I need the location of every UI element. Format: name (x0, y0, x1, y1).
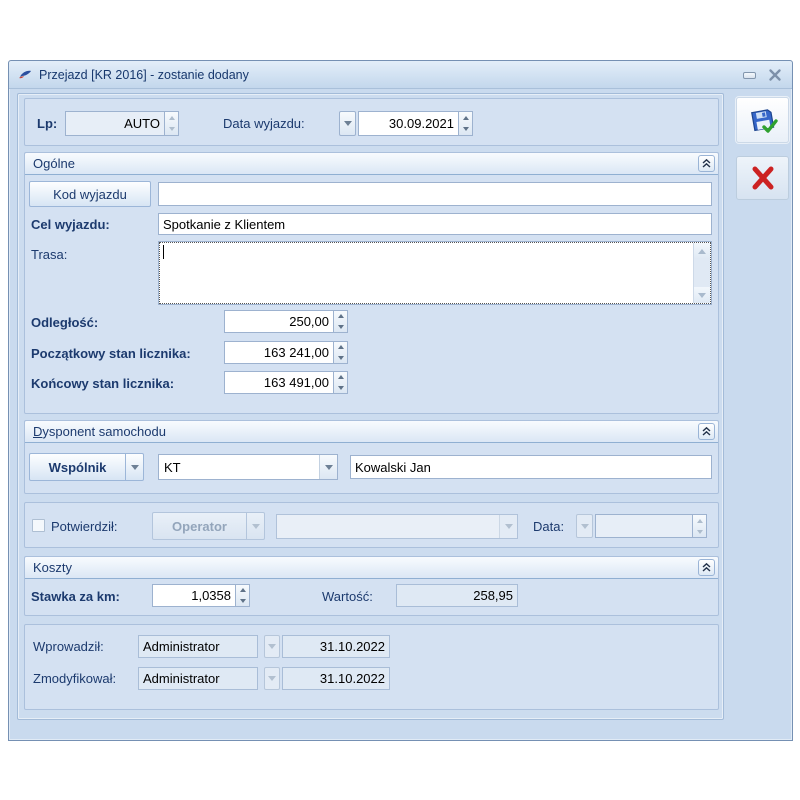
section-audit: Wprowadził: Administrator 31.10.2022 Zmo… (24, 624, 719, 710)
section-ogolne-title: Ogólne (33, 156, 75, 171)
double-chevron-up-icon (701, 158, 712, 169)
minimize-icon[interactable] (743, 72, 756, 79)
collapse-ogolne-button[interactable] (698, 155, 715, 172)
zmodyfikowal-date-field: 31.10.2022 (282, 667, 390, 690)
potwierdzil-checkbox[interactable] (32, 519, 45, 532)
potwierdzil-date-dropdown-button (576, 514, 593, 538)
section-dysponent: Dysponent samochodu Wspólnik KT Kowalski… (24, 420, 719, 494)
trasa-label: Trasa: (31, 243, 67, 265)
trasa-scrollbar[interactable] (693, 243, 710, 303)
cel-wyjazdu-field[interactable]: Spotkanie z Klientem (158, 213, 712, 235)
stawka-field[interactable]: 1,0358 (152, 584, 236, 607)
section-potwierdzil: Potwierdził: Operator Data: (24, 502, 719, 548)
trasa-textarea[interactable] (158, 241, 712, 305)
lp-spinner (165, 111, 179, 136)
wprowadzil-label: Wprowadził: (33, 635, 104, 658)
double-chevron-up-icon (701, 426, 712, 437)
window-title: Przejazd [KR 2016] - zostanie dodany (39, 68, 249, 82)
date-spinner[interactable] (459, 111, 473, 136)
desktop: Przejazd [KR 2016] - zostanie dodany Lp:… (0, 0, 800, 800)
potwierdzil-date-field (595, 514, 693, 538)
dialog-window: Przejazd [KR 2016] - zostanie dodany Lp:… (8, 60, 793, 741)
section-ogolne: Ogólne Kod wyjazdu Cel wyjazdu: Spotkani… (24, 152, 719, 414)
section-koszty-header: Koszty (25, 557, 718, 579)
koncowy-field[interactable]: 163 491,00 (224, 371, 334, 394)
text-caret (163, 245, 164, 259)
zmodyfikowal-dropdown-button (264, 667, 280, 690)
operator-dropdown-button (247, 512, 265, 540)
dysponent-code-combo[interactable]: KT (158, 454, 338, 480)
odleglosc-field[interactable]: 250,00 (224, 310, 334, 333)
wartosc-label: Wartość: (322, 585, 373, 608)
combo-arrow-icon (499, 515, 517, 538)
app-logo-icon (17, 67, 33, 83)
combo-arrow-icon[interactable] (319, 455, 337, 479)
section-koszty: Koszty Stawka za km: 1,0358 Wartość: 258… (24, 556, 719, 616)
section-dysponent-title: Dysponent samochodu (33, 424, 166, 439)
date-dropdown-button[interactable] (339, 111, 356, 136)
zmodyfikowal-label: Zmodyfikował: (33, 667, 116, 690)
section-ogolne-header: Ogólne (25, 153, 718, 175)
poczatkowy-field[interactable]: 163 241,00 (224, 341, 334, 364)
cel-wyjazdu-label: Cel wyjazdu: (31, 213, 110, 235)
operator-combo (276, 514, 518, 539)
save-button[interactable] (736, 97, 789, 143)
date-field[interactable]: 30.09.2021 (358, 111, 459, 136)
lp-label: Lp: (37, 99, 57, 147)
stawka-spinner[interactable] (236, 584, 250, 607)
header-row-group: Lp: AUTO Data wyjazdu: 30.09.2021 (24, 98, 719, 146)
collapse-dysponent-button[interactable] (698, 423, 715, 440)
wspolnik-button[interactable]: Wspólnik (29, 453, 126, 481)
form-panel: Lp: AUTO Data wyjazdu: 30.09.2021 Ogólne (17, 93, 724, 720)
zmodyfikowal-user-field: Administrator (138, 667, 258, 690)
section-dysponent-header: Dysponent samochodu (25, 421, 718, 443)
operator-combo-value (277, 515, 499, 538)
wprowadzil-dropdown-button (264, 635, 280, 658)
double-chevron-up-icon (701, 562, 712, 573)
dysponent-name-field[interactable]: Kowalski Jan (350, 455, 712, 479)
dysponent-code-value: KT (159, 455, 319, 479)
poczatkowy-spinner[interactable] (334, 341, 348, 364)
wartosc-field: 258,95 (396, 584, 518, 607)
wprowadzil-user-field: Administrator (138, 635, 258, 658)
collapse-koszty-button[interactable] (698, 559, 715, 576)
section-koszty-title: Koszty (33, 560, 72, 575)
koncowy-spinner[interactable] (334, 371, 348, 394)
cancel-button[interactable] (736, 156, 789, 200)
poczatkowy-label: Początkowy stan licznika: (31, 342, 191, 365)
save-floppy-check-icon (747, 104, 779, 136)
potwierdzil-data-label: Data: (533, 503, 564, 549)
scroll-up-icon[interactable] (694, 243, 710, 259)
potwierdzil-date-spinner (693, 514, 707, 538)
odleglosc-spinner[interactable] (334, 310, 348, 333)
close-icon[interactable] (768, 68, 782, 82)
title-bar[interactable]: Przejazd [KR 2016] - zostanie dodany (9, 61, 792, 89)
wspolnik-dropdown-button[interactable] (126, 453, 144, 481)
kod-wyjazdu-button[interactable]: Kod wyjazdu (29, 181, 151, 207)
potwierdzil-label: Potwierdził: (51, 503, 117, 549)
koncowy-label: Końcowy stan licznika: (31, 372, 174, 395)
operator-button: Operator (152, 512, 247, 540)
wprowadzil-date-field: 31.10.2022 (282, 635, 390, 658)
kod-wyjazdu-field[interactable] (158, 182, 712, 206)
lp-field: AUTO (65, 111, 165, 136)
stawka-label: Stawka za km: (31, 585, 120, 608)
date-label: Data wyjazdu: (223, 99, 305, 147)
odleglosc-label: Odległość: (31, 311, 98, 334)
red-x-icon (748, 163, 778, 193)
scroll-down-icon[interactable] (694, 287, 710, 303)
